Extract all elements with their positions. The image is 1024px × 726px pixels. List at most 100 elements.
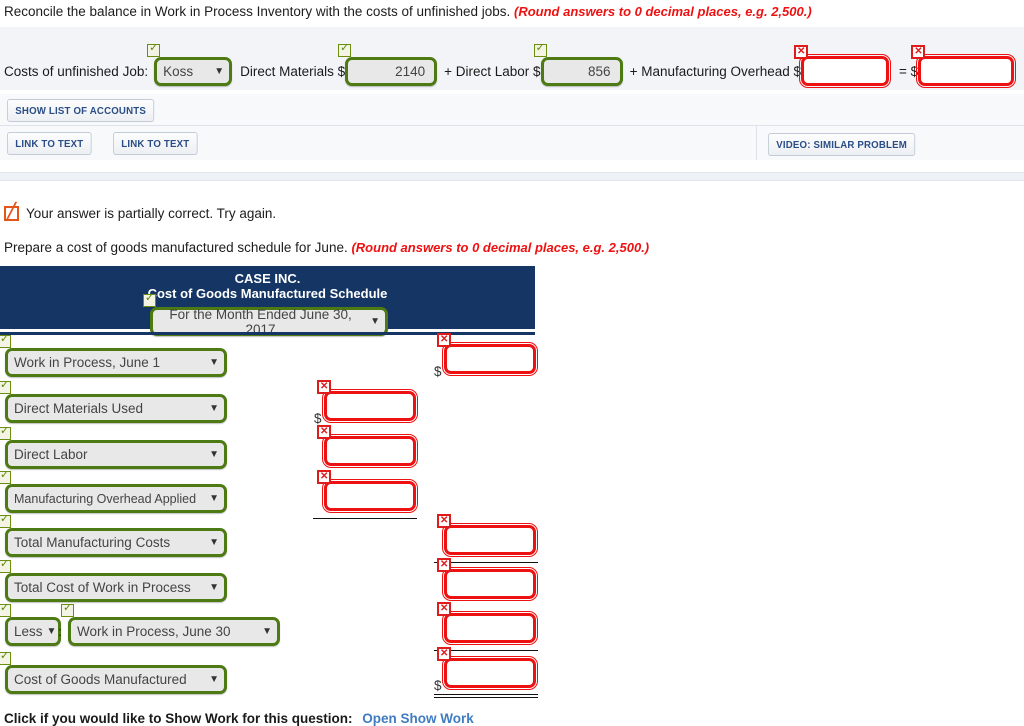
row-select-control[interactable]: Total Manufacturing Costs ▼ — [5, 528, 227, 557]
amount-input-manufacturing-overhead-applied[interactable] — [317, 470, 418, 513]
total-unfinished-input-wrapper[interactable] — [911, 45, 1017, 88]
amount-input-direct-materials-used[interactable] — [317, 380, 418, 423]
video-similar-problem-button[interactable]: VIDEO: SIMILAR PROBLEM — [768, 133, 916, 156]
row-select-control[interactable]: Cost of Goods Manufactured ▼ — [5, 665, 227, 694]
error-x-icon — [437, 514, 451, 528]
total-rule-top — [434, 694, 538, 695]
row-select-direct-materials-used[interactable]: Direct Materials Used ▼ — [0, 379, 227, 423]
job-select-wrapper[interactable]: Koss ▼ — [147, 42, 233, 86]
direct-materials-label: Direct Materials $ — [240, 63, 346, 79]
correct-check-icon — [0, 469, 11, 484]
row-select-control[interactable]: Direct Labor ▼ — [5, 440, 227, 469]
row-select-cost-of-goods-manufactured[interactable]: Cost of Goods Manufactured ▼ — [0, 650, 227, 694]
direct-labor-label: + Direct Labor $ — [444, 63, 541, 79]
link-to-text-button-2[interactable]: LINK TO TEXT — [112, 132, 198, 155]
schedule-header: CASE INC. Cost of Goods Manufactured Sch… — [0, 266, 535, 337]
prompt-reconcile: Reconcile the balance in Work in Process… — [4, 4, 812, 19]
amount-input[interactable] — [322, 434, 418, 468]
direct-labor-input-wrapper[interactable]: 856 — [533, 42, 623, 86]
row-label: Manufacturing Overhead Applied — [14, 491, 197, 506]
error-x-icon — [317, 425, 331, 439]
status-message: Your answer is partially correct. Try ag… — [26, 206, 277, 221]
amount-input[interactable] — [322, 479, 418, 513]
less-colon: : — [58, 624, 62, 639]
row-label: Total Manufacturing Costs — [14, 535, 171, 550]
direct-materials-input-wrapper[interactable]: 2140 — [338, 42, 438, 86]
dollar-sign: $ — [434, 364, 442, 379]
job-select[interactable]: Koss ▼ — [154, 56, 233, 86]
less-label: Less — [14, 624, 43, 639]
manufacturing-overhead-input-wrapper[interactable] — [794, 45, 892, 88]
row-label: Work in Process, June 1 — [14, 355, 161, 370]
amount-input-wip-june-1[interactable] — [437, 333, 538, 376]
amount-input[interactable] — [322, 389, 418, 423]
row-select-total-manufacturing-costs[interactable]: Total Manufacturing Costs ▼ — [0, 513, 227, 557]
amount-input[interactable] — [442, 611, 538, 645]
direct-materials-input[interactable]: 2140 — [345, 56, 438, 86]
row-label: Direct Materials Used — [14, 401, 144, 416]
error-x-icon — [437, 333, 451, 347]
amount-input-cost-of-goods-manufactured[interactable] — [437, 647, 538, 690]
manufacturing-overhead-input[interactable] — [799, 54, 892, 88]
amount-input[interactable] — [442, 656, 538, 690]
direct-labor-input[interactable]: 856 — [540, 56, 623, 86]
row-select-total-cost-of-work-in-process[interactable]: Total Cost of Work in Process ▼ — [0, 558, 227, 602]
amount-input-wip-june-30[interactable] — [437, 602, 538, 645]
chevron-down-icon: ▼ — [46, 626, 57, 637]
equals-label: = $ — [899, 63, 919, 79]
section-divider — [0, 172, 1024, 181]
schedule-company-name: CASE INC. — [234, 271, 301, 286]
subtotal-rule — [313, 518, 417, 519]
row-select-less-prefix[interactable]: Less ▼ — [0, 602, 61, 646]
correct-check-icon — [61, 602, 74, 617]
costs-of-unfinished-job-label: Costs of unfinished Job: — [4, 63, 149, 79]
row-select-control[interactable]: Total Cost of Work in Process ▼ — [5, 573, 227, 602]
row-select-direct-labor[interactable]: Direct Labor ▼ — [0, 425, 227, 469]
row-label: Cost of Goods Manufactured — [14, 672, 187, 687]
row-select-manufacturing-overhead-applied[interactable]: Manufacturing Overhead Applied ▼ — [0, 469, 227, 513]
correct-check-icon — [0, 333, 11, 348]
accounts-button-bar: SHOW LIST OF ACCOUNTS — [0, 94, 1024, 126]
show-work-row: Click if you would like to Show Work for… — [4, 711, 474, 726]
error-x-icon — [911, 45, 926, 59]
row-select-wip-june-30[interactable]: Work in Process, June 30 ▼ — [61, 602, 280, 646]
correct-check-icon — [0, 513, 11, 528]
prompt-schedule: Prepare a cost of goods manufactured sch… — [4, 240, 649, 255]
amount-input[interactable] — [442, 342, 538, 376]
row-select-wip-june-1[interactable]: Work in Process, June 1 ▼ — [0, 333, 227, 377]
schedule-header-rule — [0, 332, 535, 335]
prompt-reconcile-text: Reconcile the balance in Work in Process… — [4, 4, 515, 19]
chevron-down-icon: ▼ — [209, 357, 219, 368]
manufacturing-overhead-label: + Manufacturing Overhead $ — [629, 63, 802, 79]
link-to-text-button-1[interactable]: LINK TO TEXT — [7, 132, 92, 155]
row-select-control[interactable]: Manufacturing Overhead Applied ▼ — [5, 484, 227, 513]
prompt-schedule-text: Prepare a cost of goods manufactured sch… — [4, 240, 352, 255]
row-select-control[interactable]: Work in Process, June 30 ▼ — [68, 617, 280, 646]
row-select-control[interactable]: Direct Materials Used ▼ — [5, 394, 227, 423]
open-show-work-link[interactable]: Open Show Work — [362, 711, 474, 726]
correct-check-icon — [0, 650, 11, 665]
status-row: Your answer is partially correct. Try ag… — [4, 204, 277, 221]
chevron-down-icon: ▼ — [209, 674, 219, 685]
correct-check-icon — [0, 558, 11, 573]
chevron-down-icon: ▼ — [209, 537, 219, 548]
error-x-icon — [437, 558, 451, 572]
show-work-text: Click if you would like to Show Work for… — [4, 711, 353, 726]
amount-input-total-cost-of-work-in-process[interactable] — [437, 558, 538, 601]
amount-input[interactable] — [442, 567, 538, 601]
chevron-down-icon: ▼ — [262, 626, 272, 637]
error-x-icon — [437, 602, 451, 616]
amount-input-total-manufacturing-costs[interactable] — [437, 514, 538, 557]
amount-input-direct-labor[interactable] — [317, 425, 418, 468]
links-button-bar: LINK TO TEXT LINK TO TEXT VIDEO: SIMILAR… — [0, 126, 1024, 160]
total-unfinished-input[interactable] — [916, 54, 1017, 88]
button-bar-divider — [756, 126, 757, 160]
show-list-of-accounts-button[interactable]: SHOW LIST OF ACCOUNTS — [7, 99, 155, 122]
less-select-control[interactable]: Less ▼ — [5, 617, 61, 646]
schedule-title: Cost of Goods Manufactured Schedule — [147, 286, 388, 301]
amount-input[interactable] — [442, 523, 538, 557]
chevron-down-icon: ▼ — [209, 582, 219, 593]
job-select-value: Koss — [163, 63, 194, 79]
row-select-control[interactable]: Work in Process, June 1 ▼ — [5, 348, 227, 377]
correct-check-icon — [338, 42, 352, 57]
